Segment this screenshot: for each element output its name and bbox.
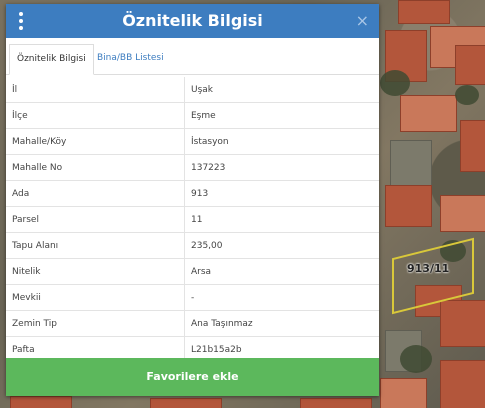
table-row: İlçe Eşme: [6, 102, 379, 129]
parcel-label: 913/11: [407, 262, 450, 275]
attribute-value: 913: [184, 180, 379, 207]
attribute-key: Mahalle No: [6, 154, 185, 181]
table-row: Zemin Tip Ana Taşınmaz: [6, 310, 379, 337]
attribute-info-dialog: Öznitelik Bilgisi × Öznitelik Bilgisi Bi…: [6, 4, 379, 396]
attribute-key: İl: [6, 77, 185, 103]
attribute-key: Tapu Alanı: [6, 232, 185, 259]
dialog-titlebar: Öznitelik Bilgisi ×: [6, 4, 379, 38]
tab-attribute-info[interactable]: Öznitelik Bilgisi: [9, 44, 94, 75]
close-icon[interactable]: ×: [356, 11, 369, 30]
attribute-key: Mahalle/Köy: [6, 128, 185, 155]
tab-building-list[interactable]: Bina/BB Listesi: [90, 44, 171, 73]
table-row: Nitelik Arsa: [6, 258, 379, 285]
tab-bar: Öznitelik Bilgisi Bina/BB Listesi: [6, 44, 379, 75]
attribute-value: İstasyon: [184, 128, 379, 155]
add-to-favorites-button[interactable]: Favorilere ekle: [6, 358, 379, 396]
dialog-title: Öznitelik Bilgisi: [122, 11, 263, 30]
table-row: İl Uşak: [6, 77, 379, 103]
attribute-value: Uşak: [184, 77, 379, 103]
table-row: Mevkii -: [6, 284, 379, 311]
attribute-key: Parsel: [6, 206, 185, 233]
attribute-key: İlçe: [6, 102, 185, 129]
attribute-key: Nitelik: [6, 258, 185, 285]
attribute-value: 137223: [184, 154, 379, 181]
attribute-value: Eşme: [184, 102, 379, 129]
table-row: Mahalle No 137223: [6, 154, 379, 181]
attribute-key: Mevkii: [6, 284, 185, 311]
attribute-table: İl Uşak İlçe Eşme Mahalle/Köy İstasyon Maha…: [6, 77, 379, 363]
attribute-key: Zemin Tip: [6, 310, 185, 337]
table-row: Mahalle/Köy İstasyon: [6, 128, 379, 155]
table-row: Parsel 11: [6, 206, 379, 233]
attribute-value: Arsa: [184, 258, 379, 285]
attribute-key: Ada: [6, 180, 185, 207]
attribute-value: 235,00: [184, 232, 379, 259]
table-row: Tapu Alanı 235,00: [6, 232, 379, 259]
attribute-value: Ana Taşınmaz: [184, 310, 379, 337]
attribute-value: -: [184, 284, 379, 311]
table-row: Ada 913: [6, 180, 379, 207]
attribute-value: 11: [184, 206, 379, 233]
